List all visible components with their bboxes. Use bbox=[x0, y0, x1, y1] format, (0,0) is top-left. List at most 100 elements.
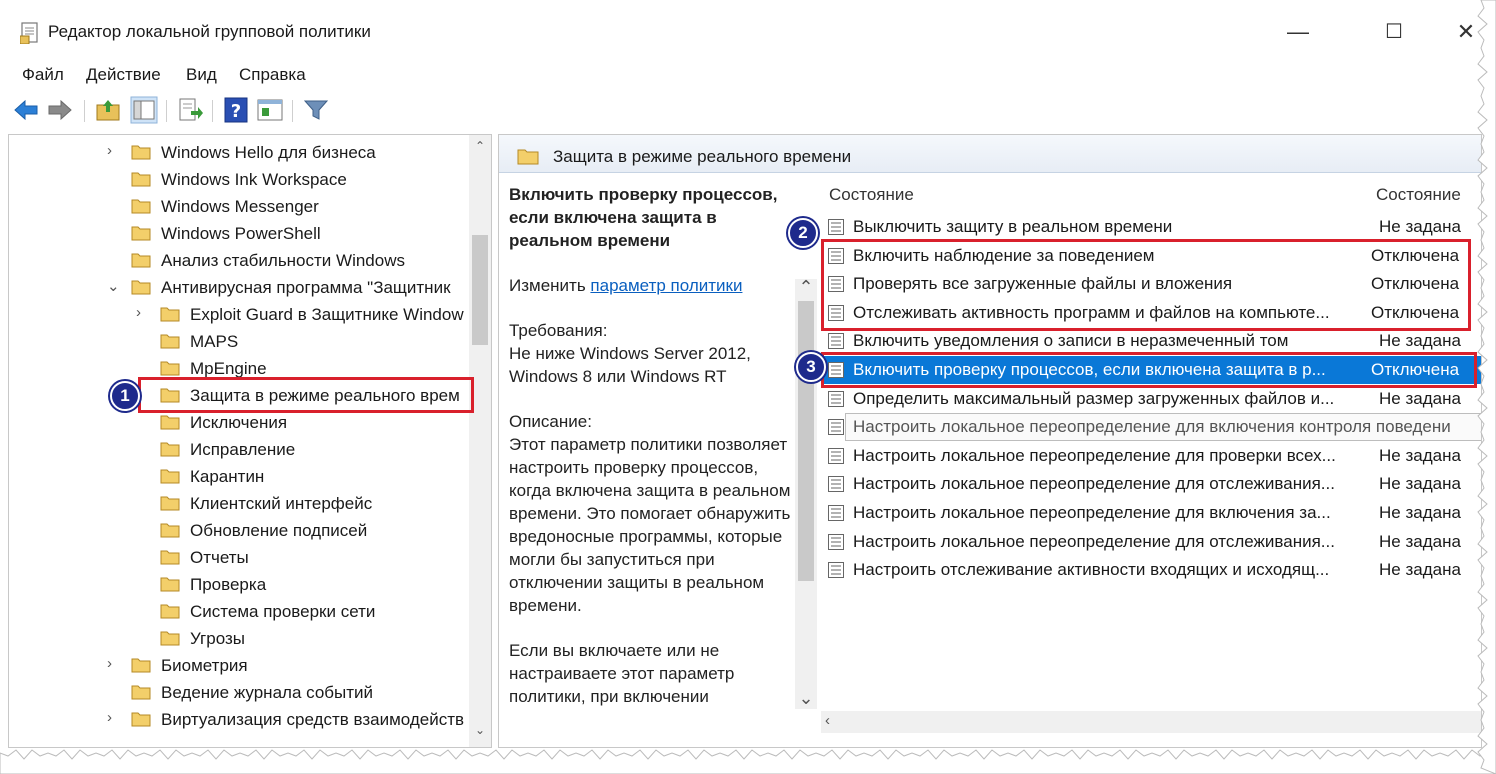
setting-name: Определить максимальный размер загруженн… bbox=[853, 388, 1335, 408]
policy-setting-icon bbox=[828, 219, 844, 235]
tree-item[interactable]: › Виртуализация средств взаимодейств bbox=[9, 706, 465, 733]
navigation-tree: ⌃ ⌄ › Windows Hello для бизнеса Windows In… bbox=[8, 134, 492, 748]
list-item[interactable]: Определить максимальный размер загруженн… bbox=[821, 385, 1481, 413]
chevron-right-icon[interactable]: › bbox=[107, 142, 121, 159]
edit-policy-link[interactable]: параметр политики bbox=[590, 276, 742, 295]
tree-item[interactable]: Угрозы bbox=[9, 625, 465, 652]
menu-action[interactable]: Действие bbox=[86, 65, 161, 85]
scroll-up-icon[interactable]: ⌃ bbox=[795, 277, 817, 298]
tree-scrollbar[interactable]: ⌃ ⌄ bbox=[469, 135, 491, 747]
tree-item[interactable]: › Windows Hello для бизнеса bbox=[9, 139, 465, 166]
scroll-left-icon[interactable]: ‹ bbox=[825, 712, 830, 729]
tree-item[interactable]: Windows Messenger bbox=[9, 193, 465, 220]
tree-item-label: MpEngine bbox=[190, 359, 267, 378]
list-horizontal-scrollbar[interactable]: ‹ bbox=[821, 711, 1481, 733]
setting-state: Не задана bbox=[1379, 217, 1461, 236]
up-folder-icon[interactable] bbox=[94, 96, 122, 124]
back-arrow-icon[interactable] bbox=[12, 96, 40, 124]
setting-name: Настроить локальное переопределение для … bbox=[853, 445, 1336, 465]
gpedit-app-icon bbox=[20, 22, 38, 44]
highlight-tree-selection bbox=[138, 377, 474, 413]
chevron-right-icon[interactable]: › bbox=[136, 304, 150, 321]
tree-item[interactable]: Обновление подписей bbox=[9, 517, 465, 544]
tree-item[interactable]: Исключения bbox=[9, 409, 465, 436]
tree-scroll-thumb[interactable] bbox=[472, 235, 488, 345]
tree-item[interactable]: ⌄ Антивирусная программа "Защитник bbox=[9, 274, 465, 301]
policy-setting-icon bbox=[828, 419, 844, 436]
folder-icon bbox=[160, 334, 180, 349]
properties-icon[interactable] bbox=[256, 96, 284, 124]
menu-help[interactable]: Справка bbox=[239, 65, 306, 85]
tree-item-label: MAPS bbox=[190, 332, 239, 351]
folder-icon bbox=[131, 199, 151, 214]
chevron-down-icon[interactable]: ⌄ bbox=[107, 277, 121, 295]
menu-file[interactable]: Файл bbox=[22, 65, 64, 85]
folder-icon bbox=[131, 172, 151, 187]
column-header-name[interactable]: Состояние bbox=[829, 185, 914, 205]
scroll-down-icon[interactable]: ⌄ bbox=[469, 723, 491, 737]
toolbar-separator bbox=[292, 100, 293, 122]
tree-item[interactable]: Карантин bbox=[9, 463, 465, 490]
folder-icon bbox=[160, 523, 180, 538]
policy-setting-icon bbox=[828, 476, 844, 493]
tree-item[interactable]: › Биометрия bbox=[9, 652, 465, 679]
window-title: Редактор локальной групповой политики bbox=[48, 22, 371, 41]
tree-item[interactable]: MAPS bbox=[9, 328, 465, 355]
policy-setting-icon bbox=[828, 562, 844, 579]
tree-item-label: Windows Hello для бизнеса bbox=[161, 143, 376, 162]
svg-text:?: ? bbox=[231, 101, 241, 122]
details-pane: Защита в режиме реального времени Включи… bbox=[498, 134, 1482, 748]
policy-setting-icon bbox=[828, 505, 844, 521]
show-hide-tree-icon[interactable] bbox=[130, 96, 158, 124]
description-scrollbar[interactable]: ⌃ ⌄ bbox=[795, 277, 817, 709]
step-badge-1: 1 bbox=[110, 381, 140, 411]
folder-icon bbox=[131, 280, 151, 295]
column-header-state[interactable]: Состояние bbox=[1376, 185, 1461, 205]
highlight-disabled-settings bbox=[821, 239, 1471, 331]
list-item[interactable]: Настроить локальное переопределение для … bbox=[821, 470, 1481, 498]
tree-item[interactable]: Проверка bbox=[9, 571, 465, 598]
tree-item-label: Windows Messenger bbox=[161, 197, 319, 216]
setting-name: Настроить отслеживание активности входящ… bbox=[853, 560, 1330, 580]
help-icon[interactable]: ? bbox=[222, 96, 250, 124]
description-label: Описание: bbox=[509, 412, 592, 431]
tree-item[interactable]: Анализ стабильности Windows bbox=[9, 247, 465, 274]
chevron-right-icon[interactable]: › bbox=[107, 655, 121, 672]
tree-item[interactable]: Ведение журнала событий bbox=[9, 679, 465, 706]
list-item[interactable]: Настроить локальное переопределение для … bbox=[821, 528, 1481, 556]
list-item-with-tooltip[interactable]: Настроить локальное переопределение для … bbox=[821, 413, 1481, 442]
step-badge-2: 2 bbox=[788, 218, 818, 248]
list-item[interactable]: Настроить отслеживание активности входящ… bbox=[821, 556, 1481, 584]
tree-item[interactable]: Клиентский интерфейс bbox=[9, 490, 465, 517]
toolbar-separator bbox=[212, 100, 213, 122]
policy-setting-icon bbox=[828, 447, 844, 464]
chevron-right-icon[interactable]: › bbox=[107, 709, 121, 726]
setting-name: Настроить локальное переопределение для … bbox=[853, 417, 1451, 437]
maximize-button[interactable]: ☐ bbox=[1374, 16, 1414, 48]
tree-item-label: Проверка bbox=[190, 575, 267, 594]
description-heading: Включить проверку процессов, если включе… bbox=[509, 185, 778, 250]
tree-item-label: Исправление bbox=[190, 440, 296, 459]
menu-view[interactable]: Вид bbox=[186, 65, 217, 85]
filter-icon[interactable] bbox=[302, 96, 330, 124]
tree-item[interactable]: Windows Ink Workspace bbox=[9, 166, 465, 193]
list-item[interactable]: Выключить защиту в реальном времени Не за… bbox=[821, 213, 1481, 241]
tree-item[interactable]: Исправление bbox=[9, 436, 465, 463]
folder-icon bbox=[160, 496, 180, 511]
forward-arrow-icon[interactable] bbox=[46, 96, 74, 124]
description-scroll-thumb[interactable] bbox=[798, 301, 814, 581]
scroll-up-icon[interactable]: ⌃ bbox=[469, 139, 491, 153]
minimize-button[interactable]: — bbox=[1278, 16, 1318, 48]
pane-header: Защита в режиме реального времени bbox=[499, 135, 1481, 173]
folder-icon bbox=[160, 361, 180, 376]
export-list-icon[interactable] bbox=[176, 96, 204, 124]
tree-item[interactable]: Система проверки сети bbox=[9, 598, 465, 625]
tree-item[interactable]: Отчеты bbox=[9, 544, 465, 571]
list-item[interactable]: Настроить локальное переопределение для … bbox=[821, 499, 1481, 527]
list-item[interactable]: Настроить локальное переопределение для … bbox=[821, 442, 1481, 470]
folder-icon bbox=[160, 442, 180, 457]
tree-item[interactable]: › Exploit Guard в Защитнике Window bbox=[9, 301, 465, 328]
tree-item[interactable]: Windows PowerShell bbox=[9, 220, 465, 247]
policy-setting-icon bbox=[828, 533, 844, 550]
scroll-down-icon[interactable]: ⌄ bbox=[795, 688, 817, 709]
